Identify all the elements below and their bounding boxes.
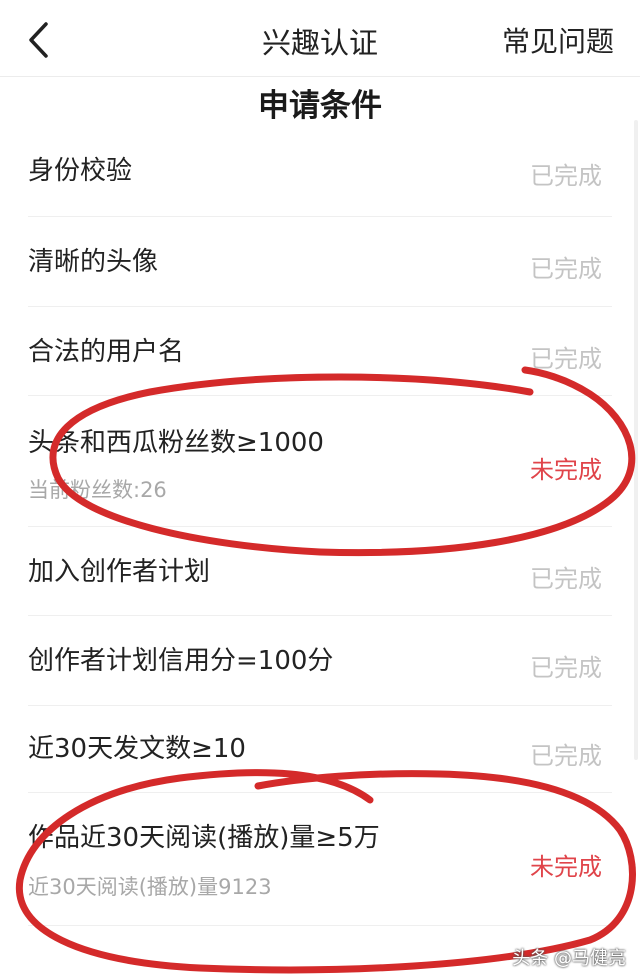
requirement-row: 合法的用户名 已完成: [28, 307, 612, 396]
status-text: 已完成: [530, 162, 602, 190]
status-text: 已完成: [530, 255, 602, 283]
watermark: 头条 @马健亮: [512, 948, 626, 969]
faq-link[interactable]: 常见问题: [502, 20, 614, 60]
status-text: 未完成: [530, 456, 602, 484]
requirement-subtext: 当前粉丝数:26: [28, 478, 167, 502]
requirement-row: 作品近30天阅读(播放)量≥5万 近30天阅读(播放)量9123 未完成: [28, 793, 612, 926]
section-title: 申请条件: [258, 88, 382, 124]
requirement-row: 头条和西瓜粉丝数≥1000 当前粉丝数:26 未完成: [28, 396, 612, 527]
requirement-label: 清晰的头像: [28, 247, 159, 277]
status-text: 已完成: [530, 565, 602, 593]
status-text: 已完成: [530, 654, 602, 682]
requirement-label: 作品近30天阅读(播放)量≥5万: [28, 823, 380, 853]
status-text: 已完成: [530, 742, 602, 770]
requirement-row: 创作者计划信用分=100分 已完成: [28, 616, 612, 706]
requirement-label: 近30天发文数≥10: [28, 734, 246, 764]
requirement-label: 头条和西瓜粉丝数≥1000: [28, 428, 324, 458]
requirement-label: 合法的用户名: [28, 337, 185, 367]
requirement-subtext: 近30天阅读(播放)量9123: [28, 875, 272, 899]
requirements-list: 身份校验 已完成 清晰的头像 已完成 合法的用户名 已完成 头条和西瓜粉丝数≥1…: [28, 128, 612, 926]
requirement-row: 近30天发文数≥10 已完成: [28, 706, 612, 793]
top-nav-bar: 兴趣认证 常见问题: [0, 0, 640, 77]
requirement-row: 身份校验 已完成: [28, 128, 612, 217]
scrollbar[interactable]: [634, 120, 638, 760]
requirement-label: 身份校验: [28, 156, 133, 186]
status-text: 未完成: [530, 853, 602, 881]
requirement-label: 加入创作者计划: [28, 557, 211, 587]
requirement-label: 创作者计划信用分=100分: [28, 646, 334, 676]
requirement-row: 加入创作者计划 已完成: [28, 527, 612, 616]
status-text: 已完成: [530, 345, 602, 373]
requirement-row: 清晰的头像 已完成: [28, 217, 612, 307]
